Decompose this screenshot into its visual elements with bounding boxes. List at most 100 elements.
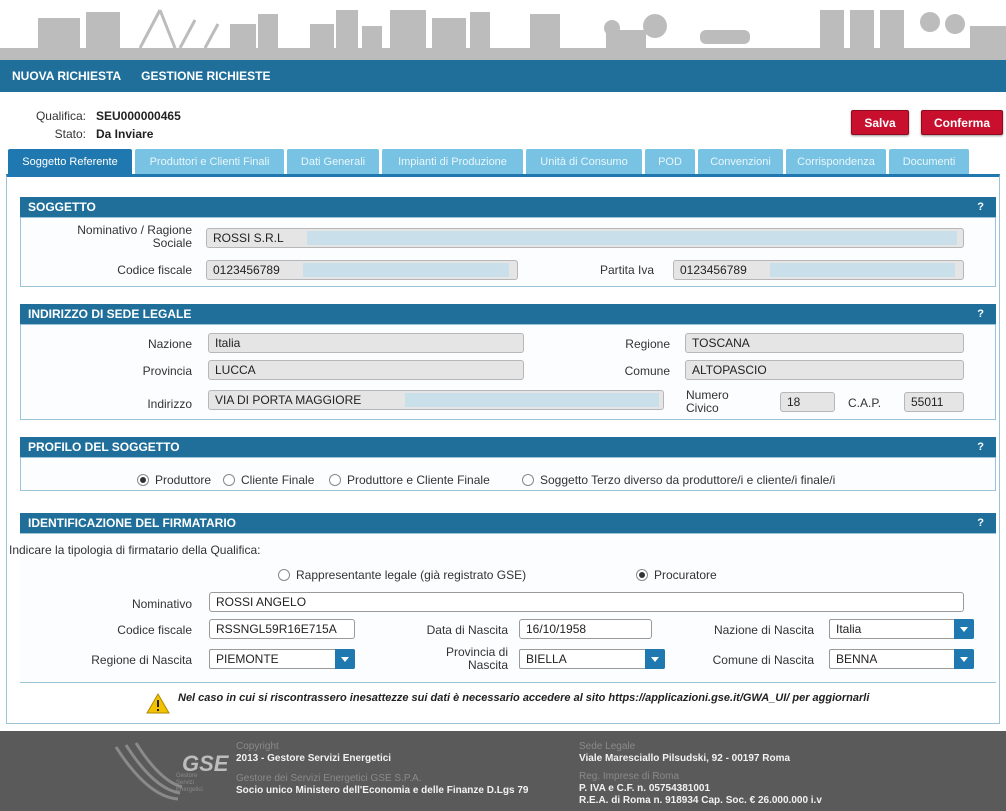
provincia-nascita-value: BIELLA [526,652,567,666]
regione-nascita-value: PIEMONTE [216,652,279,666]
tab-bar: Soggetto Referente Produttori e Clienti … [8,149,972,174]
nazione-nascita-select[interactable]: Italia [829,619,974,639]
warning-note: Nel caso in cui si riscontrassero inesat… [146,692,986,714]
comune-nascita-select[interactable]: BENNA [829,649,974,669]
confirm-button[interactable]: Conferma [921,110,1003,135]
section-indirizzo-header: INDIRIZZO DI SEDE LEGALE ? [20,304,996,324]
nazione-label: Nazione [147,337,192,351]
firmatario-nominativo-input[interactable]: ROSSI ANGELO [209,592,964,612]
firmatario-cf-value: RSSNGL59R16E715A [216,622,337,636]
top-navigation: NUOVA RICHIESTA GESTIONE RICHIESTE [0,60,1006,92]
footer-text: Socio unico Ministero dell'Economia e de… [236,785,529,796]
tab-documenti[interactable]: Documenti [889,149,969,174]
civico-label: Numero Civico [686,388,729,415]
section-title: INDIRIZZO DI SEDE LEGALE [28,307,192,321]
radio-rappresentante-legale[interactable]: Rappresentante legale (già registrato GS… [278,568,526,582]
qualifica-value: SEU000000465 [96,109,181,123]
provincia-label: Provincia [142,364,192,378]
footer: GSE Gestore Servizi Energetici Copyright… [0,731,1006,811]
civico-value: 18 [787,395,801,409]
provincia-nascita-label: Provincia di Nascita [445,645,508,672]
nav-new-request[interactable]: NUOVA RICHIESTA [12,69,121,83]
civico-field[interactable]: 18 [780,392,835,412]
provincia-field[interactable]: LUCCA [208,360,524,380]
indirizzo-value: VIA DI PORTA MAGGIORE [215,393,362,407]
firmatario-cf-input[interactable]: RSSNGL59R16E715A [209,619,355,639]
comune-label: Comune [624,364,670,378]
radio-dot [329,474,341,486]
data-nascita-input[interactable]: 16/10/1958 [519,619,652,639]
nazione-nascita-label: Nazione di Nascita [713,623,814,637]
help-icon[interactable]: ? [977,201,984,213]
radio-cliente-finale[interactable]: Cliente Finale [223,473,314,487]
provincia-nascita-select[interactable]: BIELLA [519,649,665,669]
data-nascita-label: Data di Nascita [426,623,508,637]
radio-soggetto-terzo[interactable]: Soggetto Terzo diverso da produttore/i e… [522,473,835,487]
section-profilo-header: PROFILO DEL SOGGETTO ? [20,437,996,457]
radio-produttore-cliente[interactable]: Produttore e Cliente Finale [329,473,490,487]
regione-nascita-label: Regione di Nascita [91,653,192,667]
footer-heading: Reg. Imprese di Roma [579,771,680,782]
firmatario-intro: Indicare la tipologia di firmatario dell… [9,543,261,557]
stato-label: Stato: [54,127,86,141]
footer-text: Viale Maresciallo Pilsudski, 92 - 00197 … [579,753,791,764]
nazione-value: Italia [215,336,241,350]
cap-field[interactable]: 55011 [904,392,964,412]
radio-procuratore[interactable]: Procuratore [636,568,717,582]
nav-manage-requests[interactable]: GESTIONE RICHIESTE [141,69,270,83]
warning-text: Nel caso in cui si riscontrassero inesat… [178,692,870,704]
comune-value: ALTOPASCIO [692,363,767,377]
footer-text: P. IVA e C.F. n. 05754381001 [579,783,711,794]
radio-dot [223,474,235,486]
cf-label: Codice fiscale [117,263,192,277]
section-title: SOGGETTO [28,200,96,214]
radio-produttore[interactable]: Produttore [137,473,211,487]
help-icon[interactable]: ? [977,441,984,453]
indirizzo-field[interactable]: VIA DI PORTA MAGGIORE [208,390,664,410]
field-shade [770,263,955,277]
regione-field[interactable]: TOSCANA [685,333,964,353]
nazione-field[interactable]: Italia [208,333,524,353]
tab-convenzioni[interactable]: Convenzioni [698,149,783,174]
warning-icon [146,693,170,714]
regione-value: TOSCANA [692,336,750,350]
tab-pod[interactable]: POD [645,149,695,174]
ragione-sociale-value: ROSSI S.R.L [213,231,284,245]
indirizzo-label: Indirizzo [147,397,192,411]
tab-corrispondenza[interactable]: Corrispondenza [786,149,886,174]
footer-heading: Sede Legale [579,741,636,752]
chevron-down-icon[interactable] [335,649,355,669]
ragione-sociale-field[interactable]: ROSSI S.R.L [206,228,964,248]
footer-text: R.E.A. di Roma n. 918934 Cap. Soc. € 26.… [579,795,822,806]
regione-label: Regione [625,337,670,351]
field-shade [405,393,659,407]
footer-heading: Gestore dei Servizi Energetici GSE S.P.A… [236,773,422,784]
footer-text: 2013 - Gestore Servizi Energetici [236,753,392,764]
chevron-down-icon[interactable] [954,619,974,639]
tab-impianti[interactable]: Impianti di Produzione [382,149,523,174]
firmatario-cf-label: Codice fiscale [117,623,192,637]
section-title: PROFILO DEL SOGGETTO [28,440,180,454]
gse-logo-subtitle: Gestore Servizi Energetici [176,773,203,793]
radio-label: Rappresentante legale (già registrato GS… [296,568,527,582]
tab-dati-generali[interactable]: Dati Generali [287,149,379,174]
radio-dot [636,569,648,581]
help-icon[interactable]: ? [977,517,984,529]
codice-fiscale-field[interactable]: 0123456789 [206,260,518,280]
comune-field[interactable]: ALTOPASCIO [685,360,964,380]
help-icon[interactable]: ? [977,308,984,320]
radio-label: Soggetto Terzo diverso da produttore/i e… [540,473,836,487]
nominativo-label: Nominativo / Ragione Sociale [77,223,192,250]
save-button[interactable]: Salva [851,110,909,135]
tab-unita-consumo[interactable]: Unità di Consumo [526,149,642,174]
partita-iva-field[interactable]: 0123456789 [673,260,964,280]
footer-sede: Sede Legale Viale Maresciallo Pilsudski,… [579,741,790,765]
regione-nascita-select[interactable]: PIEMONTE [209,649,355,669]
codice-fiscale-value: 0123456789 [213,263,280,277]
qualifica-label: Qualifica: [35,109,86,123]
tab-soggetto-referente[interactable]: Soggetto Referente [8,149,132,174]
chevron-down-icon[interactable] [645,649,665,669]
stato-value: Da Inviare [96,127,154,141]
chevron-down-icon[interactable] [954,649,974,669]
tab-produttori-clienti[interactable]: Produttori e Clienti Finali [135,149,284,174]
